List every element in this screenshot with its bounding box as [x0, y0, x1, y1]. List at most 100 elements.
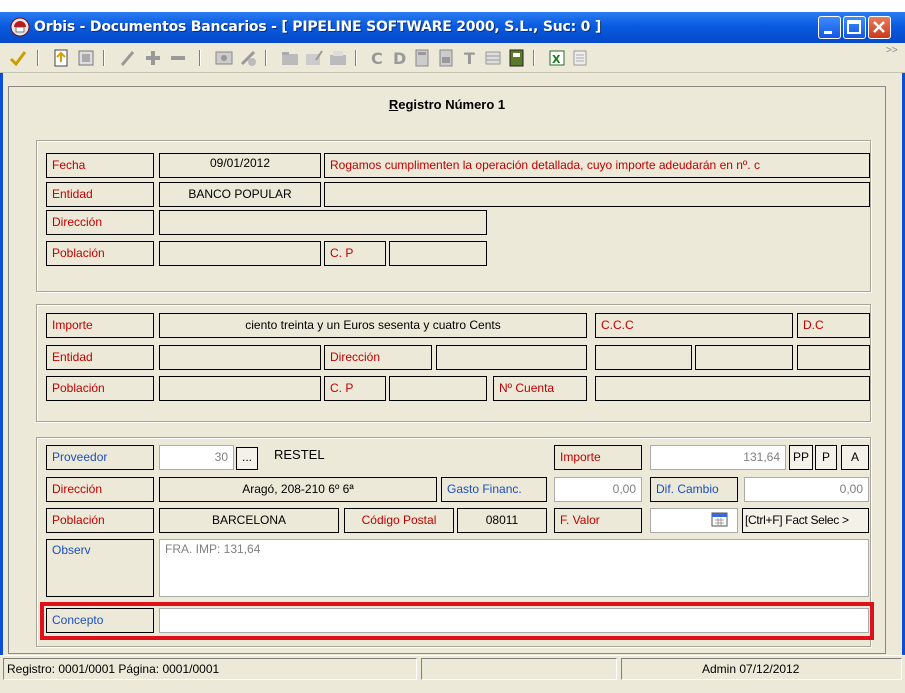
poblacion2-field[interactable] — [159, 376, 321, 401]
concepto-label: Concepto — [46, 608, 154, 633]
toolbar: C D T X >> — [0, 43, 905, 73]
direccion2-field[interactable] — [436, 345, 587, 370]
form-panel: Registro Número 1 Fecha 09/01/2012 Rogam… — [8, 86, 886, 654]
folder-icon[interactable] — [280, 48, 300, 68]
cp-field[interactable] — [389, 241, 487, 266]
list-icon[interactable] — [570, 48, 590, 68]
dif-cambio-field[interactable]: 0,00 — [744, 477, 869, 502]
status-blank-panel — [421, 658, 617, 680]
ccc-oficina-field[interactable] — [695, 345, 793, 370]
observ-label: Observ — [46, 539, 154, 597]
importe3-label: Importe — [554, 445, 642, 470]
accept-check-icon[interactable] — [8, 48, 28, 68]
table-icon[interactable] — [483, 48, 503, 68]
svg-text:X: X — [552, 53, 561, 66]
toolbar-separator — [37, 50, 39, 66]
cp2-field[interactable] — [389, 376, 487, 401]
document-icon[interactable] — [76, 48, 96, 68]
window-left-border — [0, 43, 3, 693]
folder-open-icon[interactable] — [328, 48, 348, 68]
ccc-label: C.C.C — [595, 313, 793, 338]
plus-icon[interactable] — [143, 48, 163, 68]
calc2-icon[interactable] — [436, 48, 456, 68]
orbis-app-icon — [10, 17, 30, 37]
c-icon[interactable]: C — [368, 48, 388, 68]
cp-label: C. P — [324, 241, 386, 266]
proveedor-lookup-button[interactable]: ... — [236, 447, 258, 470]
toolbar-separator — [533, 50, 535, 66]
ncuenta-label: Nº Cuenta — [493, 376, 587, 401]
entidad-field[interactable]: BANCO POPULAR — [159, 182, 321, 207]
record-title: Registro Número 1 — [388, 97, 506, 112]
maximize-icon — [847, 20, 861, 34]
importe-label: Importe — [46, 313, 154, 338]
poblacion3-field[interactable]: BARCELONA — [159, 508, 339, 533]
app-window: Orbis - Documentos Bancarios - [ PIPELIN… — [0, 12, 905, 693]
dif-cambio-label: Dif. Cambio — [650, 477, 738, 502]
ccc-entidad-field[interactable] — [595, 345, 692, 370]
minimize-button[interactable] — [818, 16, 841, 39]
window-title: Orbis - Documentos Bancarios - [ PIPELIN… — [34, 19, 602, 35]
dc-field[interactable] — [797, 345, 870, 370]
toolbar-chevron[interactable]: >> — [886, 45, 898, 56]
close-button[interactable] — [868, 16, 891, 39]
poblacion-field[interactable] — [159, 241, 321, 266]
toolbar-separator — [265, 50, 267, 66]
fecha-label: Fecha — [46, 153, 154, 178]
excel-icon[interactable]: X — [547, 48, 567, 68]
fecha-field[interactable]: 09/01/2012 — [159, 153, 321, 178]
status-user-date: Admin 07/12/2012 — [621, 658, 902, 680]
gasto-label: Gasto Financ. — [441, 477, 547, 502]
poblacion2-label: Población — [46, 376, 154, 401]
document-up-icon[interactable] — [52, 48, 72, 68]
p-button[interactable]: P — [815, 445, 837, 470]
calc-icon[interactable] — [412, 48, 432, 68]
svg-text:T: T — [464, 49, 475, 68]
dc-label: D.C — [797, 313, 870, 338]
entidad2-label: Entidad — [46, 345, 154, 370]
codigo-postal-label: Código Postal — [344, 508, 454, 533]
cp2-label: C. P — [324, 376, 386, 401]
message-field[interactable]: Rogamos cumplimenten la operación detall… — [324, 153, 870, 178]
maximize-button[interactable] — [843, 16, 866, 39]
minus-icon[interactable] — [168, 48, 188, 68]
d-icon[interactable]: D — [390, 48, 410, 68]
entidad-extra-field[interactable] — [324, 182, 870, 207]
edit-folder-icon[interactable] — [304, 48, 324, 68]
book-icon[interactable] — [506, 48, 526, 68]
fvalor-label: F. Valor — [554, 508, 642, 533]
concepto-field[interactable] — [159, 608, 869, 633]
close-icon — [873, 21, 885, 33]
pencil-icon[interactable] — [118, 48, 138, 68]
svg-text:C: C — [371, 49, 383, 68]
poblacion3-label: Población — [46, 508, 154, 533]
minimize-icon — [824, 31, 832, 34]
importe3-field[interactable]: 131,64 — [650, 445, 786, 470]
status-bar: Registro: 0001/0001 Página: 0001/0001 Ad… — [0, 655, 905, 693]
poblacion-label: Población — [46, 241, 154, 266]
toolbar-separator — [355, 50, 357, 66]
t-icon[interactable]: T — [460, 48, 480, 68]
direccion-field[interactable] — [159, 210, 487, 235]
title-bar[interactable]: Orbis - Documentos Bancarios - [ PIPELIN… — [0, 12, 905, 43]
fact-selec-button[interactable]: [Ctrl+F] Fact Selec > — [742, 508, 869, 533]
direccion3-field[interactable]: Aragó, 208-210 6º 6ª — [159, 477, 437, 502]
entidad2-field[interactable] — [159, 345, 321, 370]
importe-text-field[interactable]: ciento treinta y un Euros sesenta y cuat… — [159, 313, 587, 338]
toolbar-separator — [103, 50, 105, 66]
image-icon[interactable] — [214, 48, 234, 68]
codigo-postal-field[interactable]: 08011 — [457, 508, 547, 533]
direccion-label: Dirección — [46, 210, 154, 235]
ncuenta-field[interactable] — [595, 376, 870, 401]
print-icon[interactable] — [238, 48, 258, 68]
calendar-icon[interactable] — [711, 510, 729, 528]
entidad-label: Entidad — [46, 182, 154, 207]
status-record-info: Registro: 0001/0001 Página: 0001/0001 — [3, 658, 417, 680]
observ-field[interactable]: FRA. IMP: 131,64 — [159, 539, 869, 597]
proveedor-code-field[interactable]: 30 — [159, 445, 234, 470]
direccion3-label: Dirección — [46, 477, 154, 502]
pp-button[interactable]: PP — [789, 445, 813, 470]
proveedor-name: RESTEL — [274, 447, 325, 462]
a-button[interactable]: A — [841, 445, 869, 470]
gasto-field[interactable]: 0,00 — [554, 477, 642, 502]
